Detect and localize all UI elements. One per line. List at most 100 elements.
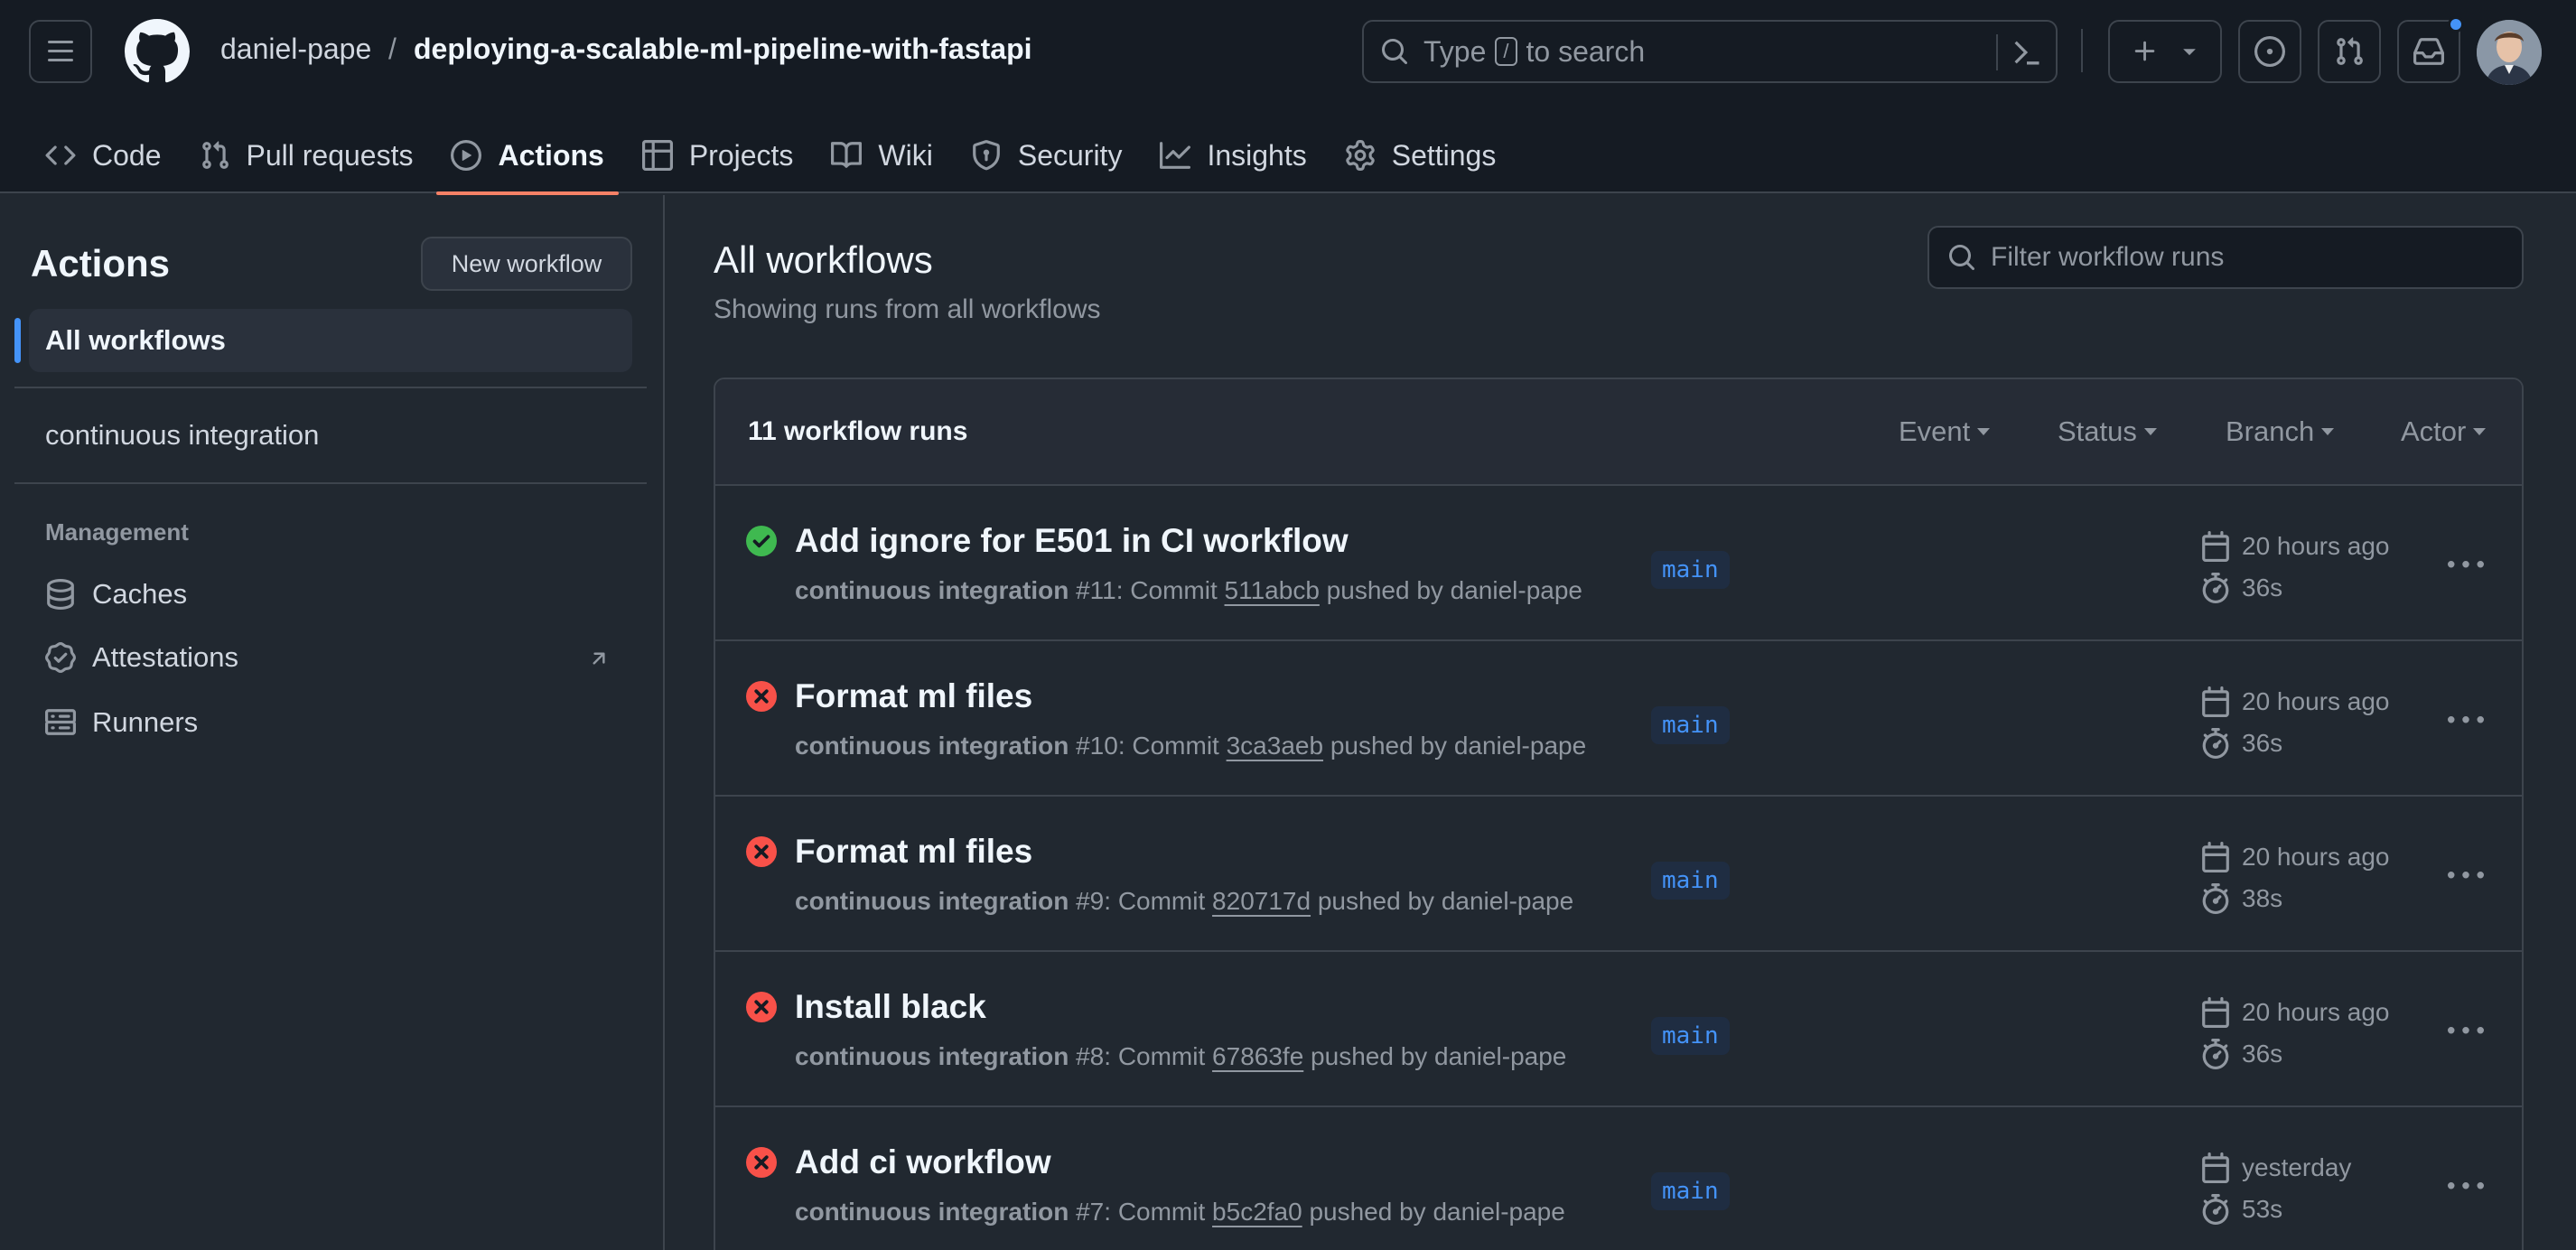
search-placeholder: Type / to search [1423,35,1645,69]
commit-sha-link[interactable]: 511abcb [1225,576,1320,604]
server-icon [45,709,76,735]
github-logo-icon[interactable] [125,19,190,84]
table-row[interactable]: Install black continuous integration #8: … [715,952,2522,1107]
run-title-link[interactable]: Format ml files [795,677,1032,715]
table-row[interactable]: Add ignore for E501 in CI workflow contin… [715,486,2522,641]
status-filter-dropdown[interactable]: Status [2058,415,2157,448]
caret-down-icon [2143,428,2157,435]
run-meta: continuous integration #10: Commit 3ca3a… [795,732,1587,760]
run-timestamp: 20 hours ago [2200,842,2389,872]
search-placeholder-suffix: to search [1526,34,1646,68]
tab-insights[interactable]: Insights [1143,117,1322,193]
search-icon [1949,245,1975,271]
run-title-link[interactable]: Add ci workflow [795,1143,1051,1181]
avatar[interactable] [2477,20,2542,85]
run-title-link[interactable]: Format ml files [795,833,1032,871]
create-new-button[interactable] [2108,20,2222,83]
commit-sha-link[interactable]: 67863fe [1212,1042,1303,1070]
tab-pull-requests[interactable]: Pull requests [183,117,430,193]
caret-down-icon [2473,428,2487,435]
kebab-horizontal-icon [2448,1027,2484,1034]
global-header: daniel-pape / deploying-a-scalable-ml-pi… [0,0,2576,195]
command-palette-icon[interactable] [2011,36,2043,69]
menu-button[interactable] [29,20,92,83]
gear-icon [1345,140,1375,171]
verified-icon [45,642,76,673]
git-pull-request-icon [2337,37,2363,65]
breadcrumb-separator: / [388,33,397,65]
actor-filter-dropdown[interactable]: Actor [2401,415,2487,448]
run-options-button[interactable] [2441,546,2491,585]
branch-filter-label: Branch [2226,415,2315,447]
commit-sha-link[interactable]: 820717d [1212,887,1311,915]
active-indicator [14,318,21,363]
run-pushed-by: pushed by daniel-pape [1309,1198,1565,1226]
graph-icon [1160,142,1191,169]
stopwatch-icon [2202,728,2229,759]
run-workflow-name: continuous integration [795,1198,1069,1226]
run-title-link[interactable]: Install black [795,988,986,1026]
new-workflow-button[interactable]: New workflow [421,237,632,291]
branch-filter-dropdown[interactable]: Branch [2226,415,2335,448]
x-circle-icon [746,836,777,867]
run-number: #7 [1076,1198,1105,1226]
tab-code[interactable]: Code [29,117,178,193]
branch-badge[interactable]: main [1651,1172,1730,1210]
repo-name-link[interactable]: deploying-a-scalable-ml-pipeline-with-fa… [414,33,1032,66]
sidebar-item-caches[interactable]: Caches [45,578,187,611]
management-heading: Management [45,518,189,546]
run-workflow-name: continuous integration [795,732,1069,760]
run-options-button[interactable] [2441,1167,2491,1207]
tab-wiki[interactable]: Wiki [815,117,948,193]
run-meta: continuous integration #8: Commit 67863f… [795,1042,1567,1070]
run-timestamp: 20 hours ago [2200,686,2389,717]
sidebar-item-continuous-integration[interactable]: continuous integration [45,419,319,452]
table-row[interactable]: Add ci workflow continuous integration #7… [715,1107,2522,1250]
branch-badge[interactable]: main [1651,862,1730,900]
tab-security[interactable]: Security [955,117,1139,193]
run-options-button[interactable] [2441,856,2491,896]
sidebar-item-attestations[interactable]: Attestations [45,641,614,674]
pull-requests-button[interactable] [2318,20,2381,83]
run-duration-label: 36s [2242,1040,2283,1068]
issues-button[interactable] [2238,20,2301,83]
branch-badge[interactable]: main [1651,1017,1730,1055]
database-icon [47,579,74,610]
triangle-down-icon [2182,49,2196,56]
tab-actions[interactable]: Actions [434,117,620,195]
tab-settings[interactable]: Settings [1329,117,1513,193]
run-duration-label: 38s [2242,884,2283,912]
run-duration-label: 36s [2242,574,2283,602]
sidebar-item-all-workflows[interactable]: All workflows [29,309,632,372]
run-options-button[interactable] [2441,701,2491,741]
caret-down-icon [1977,428,1991,435]
table-row[interactable]: Format ml files continuous integration #9… [715,797,2522,952]
arrow-up-right-icon [593,652,605,665]
run-time-label: 20 hours ago [2242,532,2390,560]
run-time-label: 20 hours ago [2242,998,2390,1026]
run-meta: continuous integration #11: Commit 511ab… [795,576,1583,604]
branch-badge[interactable]: main [1651,551,1730,589]
event-filter-dropdown[interactable]: Event [1899,415,1991,448]
commit-sha-link[interactable]: b5c2fa0 [1212,1198,1302,1226]
run-duration-label: 36s [2242,729,2283,757]
sidebar-item-runners[interactable]: Runners [45,706,198,739]
repo-owner-link[interactable]: daniel-pape [220,33,371,66]
run-commit-label: Commit [1117,1198,1206,1226]
run-meta: continuous integration #7: Commit b5c2fa… [795,1198,1565,1226]
run-options-button[interactable] [2441,1012,2491,1051]
tab-projects[interactable]: Projects [626,117,810,193]
filter-workflow-runs-input[interactable]: Filter workflow runs [1927,226,2524,289]
commit-sha-link[interactable]: 3ca3aeb [1227,732,1323,760]
table-row[interactable]: Format ml files continuous integration #1… [715,641,2522,797]
kebab-horizontal-icon [2448,561,2484,568]
inbox-icon [2413,38,2444,65]
tab-label: Actions [498,138,604,172]
run-pushed-by: pushed by daniel-pape [1326,576,1583,604]
search-input[interactable]: Type / to search [1362,20,2058,83]
run-title-link[interactable]: Add ignore for E501 in CI workflow [795,522,1349,560]
search-placeholder-prefix: Type [1423,34,1487,68]
x-circle-icon [746,681,777,712]
page-subtitle: Showing runs from all workflows [714,294,1101,324]
branch-badge[interactable]: main [1651,706,1730,744]
